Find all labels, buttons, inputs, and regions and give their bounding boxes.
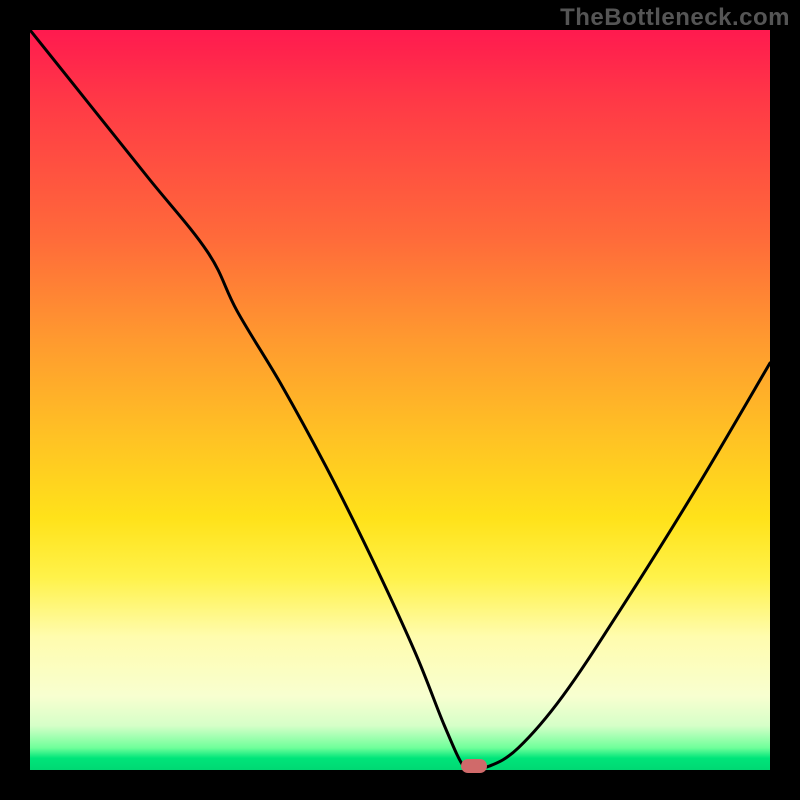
bottleneck-curve <box>30 30 770 770</box>
attribution-text: TheBottleneck.com <box>560 4 790 32</box>
curve-path <box>30 30 770 770</box>
optimum-marker <box>461 759 487 773</box>
chart-root: TheBottleneck.com <box>0 0 800 800</box>
plot-area <box>30 30 770 770</box>
